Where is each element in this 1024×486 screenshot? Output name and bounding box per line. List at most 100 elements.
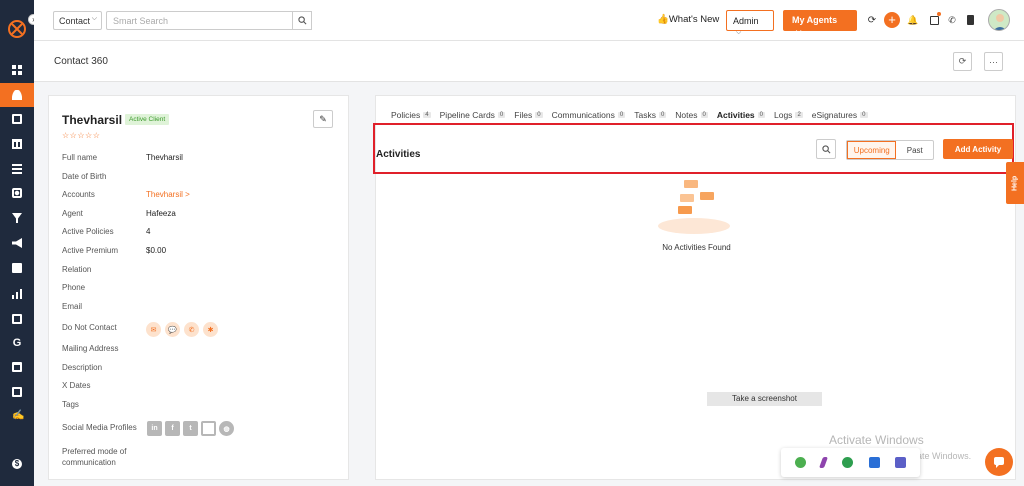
app-logo-icon — [8, 20, 26, 38]
field-value-agent: Hafeeza — [146, 209, 176, 218]
taskbar-tray — [781, 448, 920, 477]
phone-toggle-icon[interactable]: ✆ — [184, 322, 199, 337]
field-label-do-not-contact: Do Not Contact — [62, 323, 117, 332]
nav-notes[interactable] — [0, 256, 34, 280]
my-agents-button[interactable]: My Agents ⌵ — [783, 10, 857, 35]
email-toggle-icon[interactable]: ✉ — [146, 322, 161, 337]
role-value: Admin — [733, 16, 759, 26]
chevron-down-icon: ⌵ — [91, 15, 97, 22]
globe-icon[interactable]: ◍ — [219, 421, 234, 436]
logout-button[interactable] — [928, 12, 941, 26]
accounts-link[interactable]: Thevharsil > — [146, 190, 190, 199]
add-activity-button[interactable]: Add Activity — [943, 139, 1013, 159]
nav-campaigns[interactable] — [0, 231, 34, 255]
pencil-icon: ✎ — [319, 113, 327, 124]
past-toggle[interactable]: Past — [896, 141, 933, 159]
facebook-icon[interactable]: f — [165, 421, 180, 436]
field-label-x-dates: X Dates — [62, 381, 91, 390]
documents-icon — [12, 114, 22, 124]
page-title: Contact 360 — [54, 56, 108, 67]
search-type-value: Contact — [59, 16, 91, 26]
nav-google[interactable]: G — [0, 331, 34, 355]
upcoming-toggle[interactable]: Upcoming — [847, 141, 897, 159]
do-not-contact-icons: ✉ 💬 ✆ ✱ — [146, 322, 218, 337]
smart-search-input[interactable] — [106, 11, 312, 30]
dollar-icon: $ — [12, 459, 22, 469]
more-options-button[interactable]: ··· — [984, 52, 1003, 71]
page-refresh-button[interactable]: ⟳ — [953, 52, 972, 71]
nav-institution[interactable] — [0, 132, 34, 156]
tab-label: Tasks — [634, 110, 656, 120]
megaphone-icon — [12, 238, 22, 248]
bank-icon — [12, 139, 22, 149]
tab-label: Files — [514, 110, 533, 120]
app-green-icon[interactable] — [794, 457, 806, 468]
help-label: Help — [1011, 175, 1019, 191]
nav-profile[interactable] — [0, 181, 34, 205]
empty-state-illustration — [658, 180, 730, 234]
rating-stars[interactable]: ☆☆☆☆☆ — [62, 131, 100, 140]
linkedin-icon[interactable]: in — [147, 421, 162, 436]
bell-icon: 🔔 — [907, 14, 919, 25]
nav-filter[interactable] — [0, 206, 34, 230]
field-value-active-premium: $0.00 — [146, 246, 167, 255]
plus-icon: + — [888, 12, 896, 27]
chat-toggle-icon[interactable]: 💬 — [165, 322, 180, 337]
screenshot-tooltip: Take a screenshot — [707, 392, 822, 406]
field-label-relation: Relation — [62, 265, 92, 274]
whats-new-label: What's New — [668, 14, 720, 25]
whats-new-link[interactable]: 👍What's New — [657, 14, 719, 25]
chat-button[interactable] — [985, 448, 1013, 476]
help-tab[interactable]: Help — [1006, 162, 1024, 204]
refresh-button[interactable]: ⟳ — [866, 14, 878, 26]
field-label-description: Description — [62, 363, 103, 372]
user-avatar[interactable] — [988, 9, 1010, 31]
field-label-full-name: Full name — [62, 153, 98, 162]
empty-state-message: No Activities Found — [662, 243, 731, 252]
nav-documents[interactable] — [0, 107, 34, 131]
nav-dashboard[interactable] — [0, 58, 34, 82]
chevron-down-icon: ⌵ — [736, 29, 742, 36]
notifications-button[interactable]: 🔔 — [907, 14, 919, 26]
activities-time-toggle: Upcoming Past — [846, 140, 934, 160]
feather-icon[interactable] — [819, 457, 829, 468]
field-label-social-media: Social Media Profiles — [62, 423, 137, 432]
tab-count: 0 — [860, 112, 868, 118]
quick-add-button[interactable]: + — [884, 12, 900, 28]
field-label-preferred-mode: Preferred mode of — [62, 447, 127, 456]
nav-signature[interactable]: ✍ — [0, 404, 34, 428]
nav-calendar[interactable] — [0, 355, 34, 379]
nav-mail[interactable] — [0, 380, 34, 404]
field-label-communication: communication — [62, 458, 116, 467]
avatar-icon — [993, 14, 1007, 30]
activities-search-button[interactable] — [816, 139, 836, 159]
search-type-select[interactable]: Contact ⌵ — [53, 11, 102, 30]
tasks-button[interactable] — [964, 14, 976, 26]
field-label-accounts: Accounts — [62, 190, 95, 199]
nav-contacts[interactable] — [0, 83, 34, 107]
nav-list[interactable] — [0, 157, 34, 181]
field-label-mailing-address: Mailing Address — [62, 344, 119, 353]
recycle-icon[interactable] — [841, 457, 853, 468]
activities-title: Activities — [376, 149, 421, 160]
phone-button[interactable]: ✆ — [946, 14, 958, 26]
nav-folders[interactable] — [0, 307, 34, 331]
refresh-icon: ⟳ — [958, 56, 967, 66]
chat-icon — [994, 457, 1004, 468]
tab-label: eSignatures — [811, 110, 858, 120]
role-select[interactable]: Admin ⌵ — [726, 10, 774, 36]
instagram-icon[interactable] — [201, 421, 216, 436]
nav-reports[interactable] — [0, 282, 34, 306]
nav-billing[interactable]: $ — [0, 452, 34, 476]
twitter-icon[interactable]: t — [183, 421, 198, 436]
my-agents-label: My Agents — [792, 15, 838, 25]
search-button[interactable] — [292, 11, 312, 30]
search-icon — [821, 144, 830, 153]
edit-contact-button[interactable]: ✎ — [313, 110, 333, 128]
shield-icon[interactable] — [868, 457, 880, 468]
settings-toggle-icon[interactable]: ✱ — [203, 322, 218, 337]
teams-icon[interactable] — [895, 457, 907, 468]
tab-count: 0 — [617, 112, 626, 118]
field-label-tags: Tags — [62, 400, 79, 409]
field-value-active-policies: 4 — [146, 227, 151, 236]
